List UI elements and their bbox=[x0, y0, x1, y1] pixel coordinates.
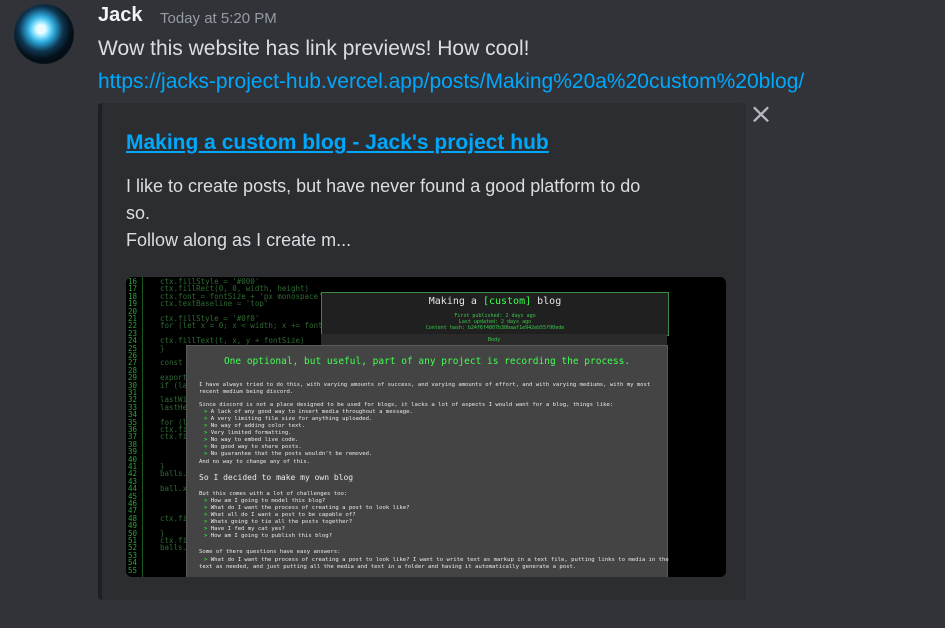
embed-description: I like to create posts, but have never f… bbox=[126, 173, 716, 254]
username[interactable]: Jack bbox=[98, 4, 143, 27]
blog-subheading: So I decided to make my own blog bbox=[199, 473, 354, 482]
blog-meta-hash: Content hash: b24f6f4007b30baaf1e942eb55… bbox=[425, 325, 565, 331]
blog-paragraph-line: recent medium being discord. bbox=[199, 389, 294, 395]
blog-paragraph-line: And no way to change any of this. bbox=[199, 459, 311, 465]
chat-message: Jack Today at 5:20 PM Wow this website h… bbox=[0, 0, 945, 628]
code-line-text: } bbox=[160, 343, 165, 353]
blog-heading: One optional, but useful, part of any pr… bbox=[223, 356, 631, 367]
embed-description-line: I like to create posts, but have never f… bbox=[126, 176, 641, 196]
code-line: 55 bbox=[128, 565, 160, 575]
blog-paragraph-line: text as needed, and just putting all the… bbox=[199, 564, 577, 570]
message-text: Wow this website has link previews! How … bbox=[98, 37, 530, 60]
embed-description-line: so. bbox=[126, 203, 151, 223]
embed-description-line: Follow along as I create m... bbox=[126, 230, 352, 250]
message-link[interactable]: https://jacks-project-hub.vercel.app/pos… bbox=[98, 70, 804, 94]
avatar[interactable] bbox=[14, 4, 74, 64]
blog-page-header: Making a [custom] blog First published: … bbox=[321, 292, 669, 336]
blog-section-label: Body bbox=[487, 337, 501, 343]
code-line-text: ctx.fillText(t, x, y + fontSize) bbox=[160, 336, 305, 346]
blog-list-item: > No guarantee that the posts wouldn't b… bbox=[204, 451, 373, 457]
code-gutter-divider bbox=[142, 277, 143, 577]
embed-title-link[interactable]: Making a custom blog - Jack's project hu… bbox=[126, 131, 549, 155]
blog-list-item: > How am I going to publish this blog? bbox=[204, 533, 332, 539]
blog-page-title: Making a [custom] blog bbox=[322, 296, 668, 307]
link-embed: Making a custom blog - Jack's project hu… bbox=[98, 103, 746, 600]
blog-page-body: One optional, but useful, part of any pr… bbox=[186, 345, 669, 577]
embed-image[interactable]: 16 ctx.fillStyle = '#000' 17 ctx.fillRect(0… bbox=[126, 277, 726, 577]
timestamp: Today at 5:20 PM bbox=[160, 10, 277, 27]
code-line-number: 55 bbox=[128, 565, 138, 575]
blog-paragraph-line: Some of there questions have easy answer… bbox=[199, 549, 341, 555]
blog-title-post: blog bbox=[531, 296, 562, 307]
code-line-text: ctx.textBaseline = 'top' bbox=[160, 299, 269, 309]
close-icon[interactable]: × bbox=[749, 100, 773, 128]
blog-title-pre: Making a bbox=[428, 296, 483, 307]
blog-title-custom: [custom] bbox=[482, 296, 532, 307]
